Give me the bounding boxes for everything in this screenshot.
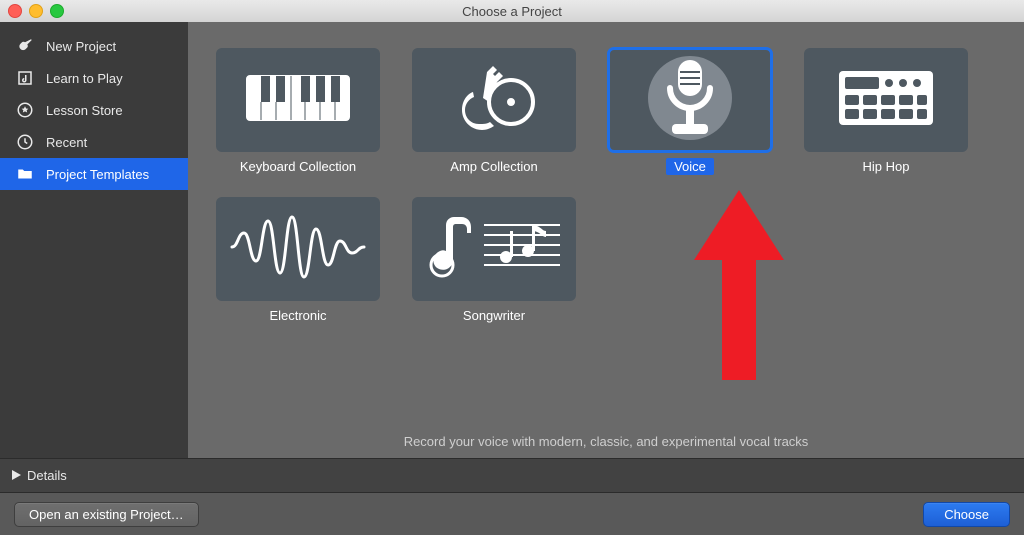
window-controls <box>8 4 64 18</box>
choose-button[interactable]: Choose <box>923 502 1010 527</box>
open-existing-button[interactable]: Open an existing Project… <box>14 502 199 527</box>
template-keyboard-collection[interactable]: Keyboard Collection <box>200 48 396 175</box>
songwriter-icon <box>424 207 564 292</box>
clock-icon <box>16 133 34 151</box>
sidebar-item-learn-to-play[interactable]: Learn to Play <box>0 62 188 94</box>
template-description: Record your voice with modern, classic, … <box>188 424 1024 458</box>
sidebar-item-project-templates[interactable]: Project Templates <box>0 158 188 190</box>
star-icon <box>16 101 34 119</box>
project-chooser-window: Choose a Project New Project Learn to Pl… <box>0 0 1024 535</box>
sidebar-item-label: Lesson Store <box>46 103 123 118</box>
template-voice[interactable]: Voice <box>592 48 788 175</box>
drum-machine-icon <box>831 63 941 138</box>
note-icon <box>16 69 34 87</box>
microphone-icon <box>610 48 770 153</box>
waveform-icon <box>228 212 368 287</box>
bottom-bar: Open an existing Project… Choose <box>0 492 1024 535</box>
template-label: Voice <box>666 158 714 175</box>
sidebar-item-label: Learn to Play <box>46 71 123 86</box>
keyboard-icon <box>243 68 353 133</box>
template-label: Hip Hop <box>855 158 918 175</box>
sidebar-item-label: Project Templates <box>46 167 149 182</box>
sidebar-item-label: Recent <box>46 135 87 150</box>
template-amp-collection[interactable]: Amp Collection <box>396 48 592 175</box>
guitar-icon <box>16 37 34 55</box>
sidebar-item-label: New Project <box>46 39 116 54</box>
details-toggle[interactable]: Details <box>0 458 1024 492</box>
sidebar-item-recent[interactable]: Recent <box>0 126 188 158</box>
minimize-icon[interactable] <box>29 4 43 18</box>
sidebar-item-lesson-store[interactable]: Lesson Store <box>0 94 188 126</box>
templates-pane: Keyboard Collection Amp Collection <box>188 22 1024 458</box>
details-label: Details <box>27 468 67 483</box>
template-label: Keyboard Collection <box>232 158 364 175</box>
sidebar-item-new-project[interactable]: New Project <box>0 30 188 62</box>
close-icon[interactable] <box>8 4 22 18</box>
template-label: Songwriter <box>455 307 533 324</box>
sidebar: New Project Learn to Play Lesson Store <box>0 22 188 458</box>
template-hip-hop[interactable]: Hip Hop <box>788 48 984 175</box>
template-label: Electronic <box>261 307 334 324</box>
folder-icon <box>16 165 34 183</box>
zoom-icon[interactable] <box>50 4 64 18</box>
guitar-amp-icon <box>439 62 549 139</box>
window-title: Choose a Project <box>0 4 1024 19</box>
template-songwriter[interactable]: Songwriter <box>396 197 592 324</box>
template-electronic[interactable]: Electronic <box>200 197 396 324</box>
template-label: Amp Collection <box>442 158 545 175</box>
disclosure-triangle-icon <box>12 468 21 483</box>
titlebar: Choose a Project <box>0 0 1024 23</box>
